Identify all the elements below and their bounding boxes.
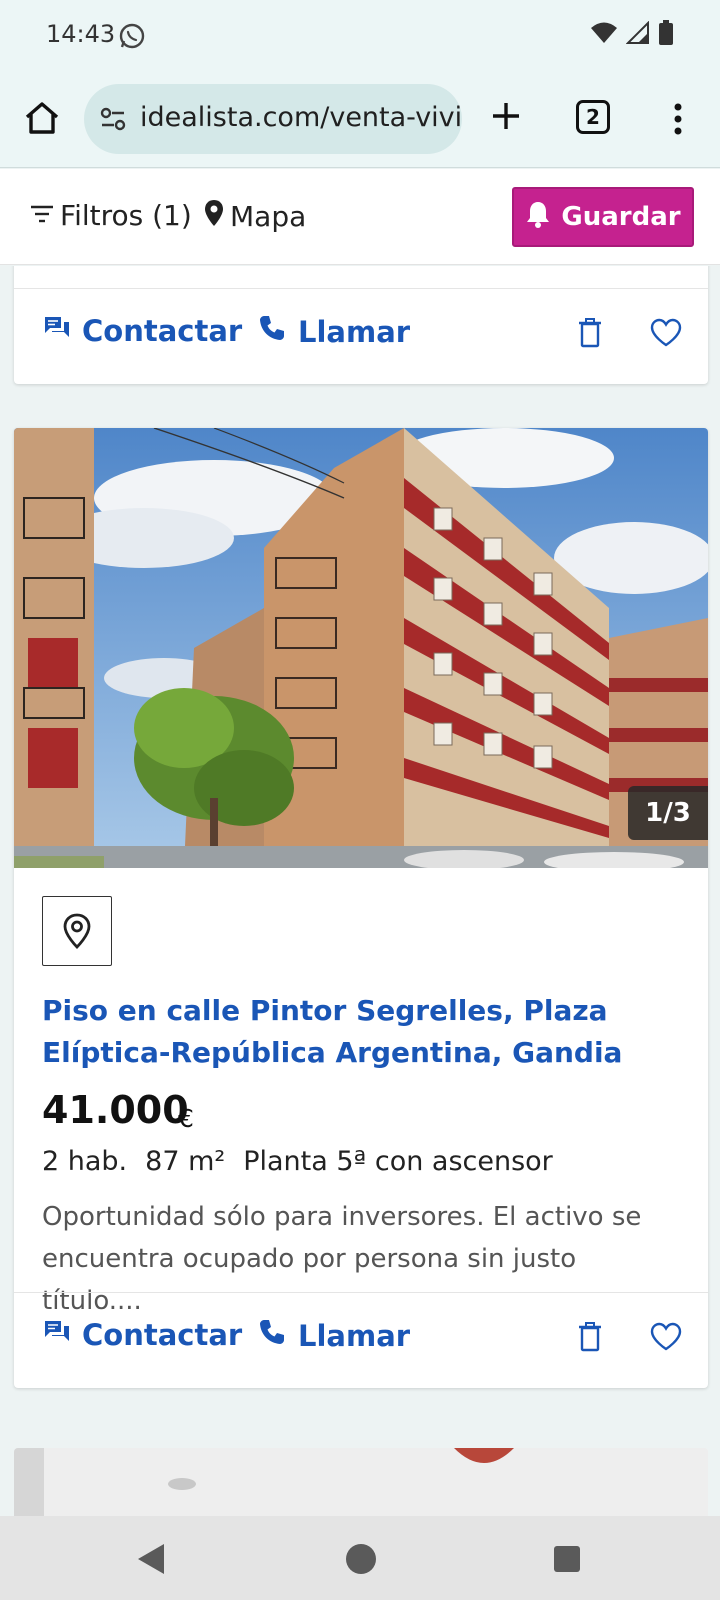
- url-text: idealista.com/venta-vivie: [140, 102, 462, 133]
- listing-actions: Contactar Llamar: [14, 1292, 708, 1388]
- site-info-icon[interactable]: [98, 104, 128, 134]
- listing-photo[interactable]: 1/3: [14, 428, 708, 868]
- heart-icon[interactable]: [650, 318, 682, 352]
- new-tab-icon[interactable]: [484, 94, 528, 138]
- filters-label: Filtros (1): [60, 199, 192, 232]
- contact-button[interactable]: Contactar: [44, 1318, 242, 1352]
- contact-label: Contactar: [82, 314, 243, 348]
- contact-label: Contactar: [82, 1318, 243, 1352]
- home-nav-icon[interactable]: [346, 1544, 376, 1574]
- trash-icon[interactable]: [578, 1322, 602, 1356]
- status-icons: [590, 20, 674, 50]
- location-pin-icon: [63, 913, 91, 949]
- more-icon[interactable]: [658, 94, 698, 144]
- signal-icon: [625, 20, 650, 49]
- results-list[interactable]: Contactar Llamar 1/3 Piso en calle Pinto…: [0, 266, 720, 1516]
- listing-actions: Contactar Llamar: [14, 288, 708, 384]
- listing-title[interactable]: Piso en calle Pintor Segrelles, Plaza El…: [42, 990, 682, 1074]
- interior-photo: [14, 1448, 708, 1516]
- status-bar: 14:43: [0, 0, 720, 72]
- filter-icon: [30, 199, 54, 232]
- call-button[interactable]: Llamar: [258, 314, 410, 349]
- bell-icon: [525, 200, 551, 235]
- tab-switcher-button[interactable]: 2: [576, 100, 610, 134]
- phone-icon: [258, 1318, 286, 1353]
- address-bar[interactable]: idealista.com/venta-vivie: [84, 84, 462, 154]
- chat-icon: [44, 314, 70, 348]
- call-button[interactable]: Llamar: [258, 1318, 410, 1353]
- search-toolbar: Filtros (1) Mapa Guardar: [0, 169, 720, 265]
- save-label: Guardar: [561, 202, 681, 232]
- price-currency: €: [178, 1104, 194, 1133]
- map-button[interactable]: Mapa: [204, 199, 306, 234]
- map-pin-icon: [204, 199, 224, 234]
- feature-floor: Planta 5ª con ascensor: [243, 1146, 553, 1177]
- back-icon[interactable]: [136, 1542, 166, 1580]
- filters-button[interactable]: Filtros (1): [30, 199, 192, 232]
- chat-icon: [44, 1318, 70, 1352]
- status-time: 14:43: [46, 20, 116, 48]
- whatsapp-icon: [118, 22, 146, 50]
- save-search-button[interactable]: Guardar: [512, 187, 694, 247]
- listing-price: 41.000: [42, 1088, 189, 1132]
- call-label: Llamar: [298, 1318, 411, 1353]
- trash-icon[interactable]: [578, 318, 602, 352]
- home-icon[interactable]: [20, 96, 64, 140]
- location-button[interactable]: [42, 896, 112, 966]
- map-label: Mapa: [230, 200, 307, 233]
- recent-apps-icon[interactable]: [554, 1546, 580, 1572]
- heart-icon[interactable]: [650, 1322, 682, 1356]
- listing-features: 2 hab. 87 m² Planta 5ª con ascensor: [42, 1146, 553, 1177]
- battery-icon: [658, 20, 674, 50]
- system-nav-bar: [0, 1516, 720, 1600]
- building-photo: [14, 428, 708, 868]
- photo-counter: 1/3: [628, 786, 708, 840]
- wifi-icon: [590, 21, 618, 49]
- listing-card-previous: Contactar Llamar: [14, 266, 708, 384]
- listing-card[interactable]: 1/3 Piso en calle Pintor Segrelles, Plaz…: [14, 428, 708, 1388]
- call-label: Llamar: [298, 314, 411, 349]
- feature-rooms: 2 hab.: [42, 1146, 128, 1177]
- phone-icon: [258, 314, 286, 349]
- browser-toolbar: idealista.com/venta-vivie 2: [0, 72, 720, 168]
- feature-area: 87 m²: [145, 1146, 226, 1177]
- listing-card-next[interactable]: [14, 1448, 708, 1516]
- contact-button[interactable]: Contactar: [44, 314, 242, 348]
